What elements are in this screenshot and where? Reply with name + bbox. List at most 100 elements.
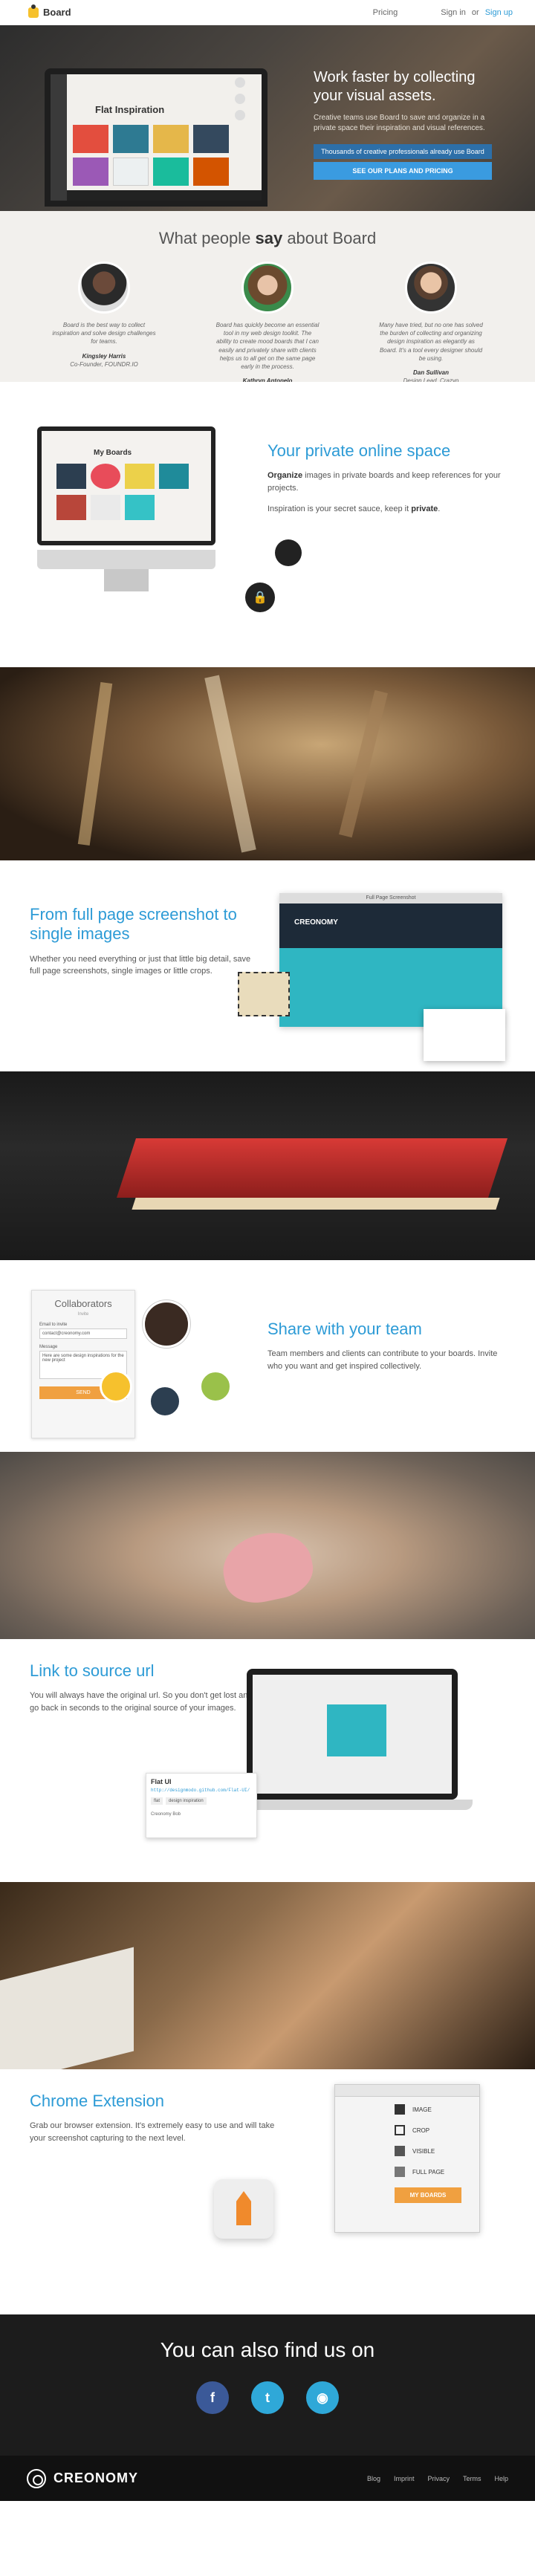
hero-laptop-screen: Flat Inspiration bbox=[45, 68, 268, 207]
private-text-1: Organize images in private boards and ke… bbox=[268, 471, 501, 493]
screenshot-copy: From full page screenshot to single imag… bbox=[30, 905, 260, 978]
rss-icon[interactable]: ◉ bbox=[306, 2381, 339, 2414]
menu-item-image[interactable]: IMAGE bbox=[395, 2104, 479, 2115]
chrome-menu: IMAGE CROP VISIBLE FULL PAGE MY BOARDS bbox=[335, 2097, 479, 2203]
hands-photo bbox=[0, 1452, 535, 1639]
imac-screen-title: My Boards bbox=[94, 449, 132, 457]
tag[interactable]: flat bbox=[151, 1797, 163, 1805]
hero-tile bbox=[113, 125, 149, 153]
pencil-icon bbox=[236, 2191, 251, 2225]
footer-link-terms[interactable]: Terms bbox=[463, 2475, 482, 2482]
book-shape bbox=[117, 1138, 508, 1198]
private-text-2: Inspiration is your secret sauce, keep i… bbox=[268, 505, 441, 514]
brush-shape bbox=[77, 681, 113, 846]
menu-item-full-page[interactable]: FULL PAGE bbox=[395, 2167, 479, 2177]
source-copy: Link to source url You will always have … bbox=[30, 1661, 253, 1714]
image-icon bbox=[395, 2104, 405, 2115]
hero-tile bbox=[73, 125, 108, 153]
footer: CREONOMY Blog Imprint Privacy Terms Help bbox=[0, 2456, 535, 2501]
hero-tile bbox=[193, 125, 229, 153]
pricing-link[interactable]: Pricing bbox=[373, 8, 398, 17]
tag[interactable]: design inspiration bbox=[166, 1797, 207, 1805]
grid-icon bbox=[275, 539, 302, 566]
menu-item-visible[interactable]: VISIBLE bbox=[395, 2146, 479, 2156]
extension-icon[interactable] bbox=[214, 2179, 273, 2239]
keyboard-shape bbox=[0, 1947, 134, 2069]
email-field[interactable]: contact@creonomy.com bbox=[39, 1328, 127, 1339]
hero-screen-title: Flat Inspiration bbox=[95, 104, 165, 115]
see-plans-button[interactable]: SEE OUR PLANS AND PRICING bbox=[314, 162, 492, 180]
board-thumb bbox=[56, 464, 86, 489]
source-card-url[interactable]: http://designmodo.github.com/Flat-UI/ bbox=[151, 1788, 252, 1793]
invite-label: Invite bbox=[77, 1312, 89, 1317]
screenshot-section: From full page screenshot to single imag… bbox=[0, 860, 535, 1071]
hero-tile bbox=[113, 158, 149, 186]
hero-tile bbox=[193, 158, 229, 186]
hero-screen-content: Flat Inspiration bbox=[51, 74, 262, 201]
hero-badge: Thousands of creative professionals alre… bbox=[314, 144, 492, 159]
menu-item-crop[interactable]: CROP bbox=[395, 2125, 479, 2135]
hero-section: Flat Inspiration Work faster by collecti… bbox=[0, 25, 535, 211]
hero-copy: Work faster by collecting your visual as… bbox=[314, 68, 507, 180]
sign-in-link[interactable]: Sign in bbox=[441, 8, 466, 17]
creonomy-logo[interactable]: CREONOMY bbox=[27, 2468, 139, 2488]
board-logo[interactable]: Board bbox=[28, 4, 71, 18]
sign-up-link[interactable]: Sign up bbox=[485, 8, 513, 17]
board-logo-icon bbox=[28, 4, 39, 18]
testimonial-quote: Many have tried, but no one has solved t… bbox=[379, 322, 483, 362]
social-links: f t ◉ bbox=[0, 2381, 535, 2414]
find-us-title: You can also find us on bbox=[160, 2338, 375, 2361]
source-card: Flat UI http://designmodo.github.com/Fla… bbox=[146, 1773, 257, 1838]
footer-brand: CREONOMY bbox=[54, 2470, 139, 2485]
imac-chin bbox=[37, 550, 215, 569]
footer-link-imprint[interactable]: Imprint bbox=[394, 2475, 415, 2482]
hero-screen-sidebar bbox=[51, 74, 67, 201]
hero-tile bbox=[73, 158, 108, 186]
collaborators-panel: Collaborators Invite Email to invite con… bbox=[31, 1290, 135, 1438]
twitter-icon[interactable]: t bbox=[251, 2381, 284, 2414]
board-popup bbox=[424, 1009, 505, 1061]
chrome-toolbar bbox=[335, 2085, 479, 2097]
nav-links: Pricing Sign in or Sign up bbox=[373, 8, 513, 17]
share-section: Collaborators Invite Email to invite con… bbox=[0, 1260, 535, 1452]
top-nav: Board Pricing Sign in or Sign up bbox=[0, 0, 535, 25]
avatar bbox=[149, 1385, 181, 1418]
board-thumb bbox=[125, 464, 155, 489]
crop-icon bbox=[395, 2125, 405, 2135]
footer-link-blog[interactable]: Blog bbox=[367, 2475, 380, 2482]
visible-icon bbox=[395, 2146, 405, 2156]
footer-link-privacy[interactable]: Privacy bbox=[427, 2475, 450, 2482]
logo-text: Board bbox=[43, 7, 71, 18]
footer-link-help[interactable]: Help bbox=[494, 2475, 508, 2482]
brushes-photo bbox=[0, 667, 535, 860]
brush-shape bbox=[204, 675, 256, 853]
hero-tile bbox=[153, 125, 189, 153]
share-text: Team members and clients can contribute … bbox=[268, 1349, 498, 1371]
facebook-icon[interactable]: f bbox=[196, 2381, 229, 2414]
testimonial-card: Board has quickly become an essential to… bbox=[215, 262, 320, 394]
avatar bbox=[241, 262, 294, 314]
board-thumb bbox=[125, 495, 155, 520]
send-icon bbox=[235, 110, 245, 120]
testimonials-title: What people say about Board bbox=[158, 229, 377, 247]
fullpage-mock-title: Full Page Screenshot bbox=[279, 893, 502, 903]
my-boards-button[interactable]: MY BOARDS bbox=[395, 2187, 461, 2203]
testimonial-card: Many have tried, but no one has solved t… bbox=[379, 262, 483, 394]
creonomy-logo-icon bbox=[27, 2468, 46, 2488]
email-label: Email to invite bbox=[39, 1323, 68, 1327]
source-title: Link to source url bbox=[30, 1661, 155, 1680]
book-photo bbox=[0, 1071, 535, 1260]
source-section: Link to source url You will always have … bbox=[0, 1639, 535, 1882]
hero-text: Creative teams use Board to save and org… bbox=[314, 114, 485, 132]
footer-links: Blog Imprint Privacy Terms Help bbox=[367, 2475, 508, 2482]
plus-icon bbox=[235, 94, 245, 104]
avatar bbox=[78, 262, 130, 314]
hero-video-bar[interactable] bbox=[67, 190, 262, 201]
screenshot-title: From full page screenshot to single imag… bbox=[30, 905, 237, 944]
brush-shape bbox=[339, 690, 388, 838]
avatar bbox=[100, 1370, 132, 1403]
collaborators-title: Collaborators bbox=[54, 1298, 112, 1309]
private-title: Your private online space bbox=[268, 441, 451, 460]
share-copy: Share with your team Team members and cl… bbox=[268, 1320, 505, 1372]
board-thumb bbox=[159, 464, 189, 489]
